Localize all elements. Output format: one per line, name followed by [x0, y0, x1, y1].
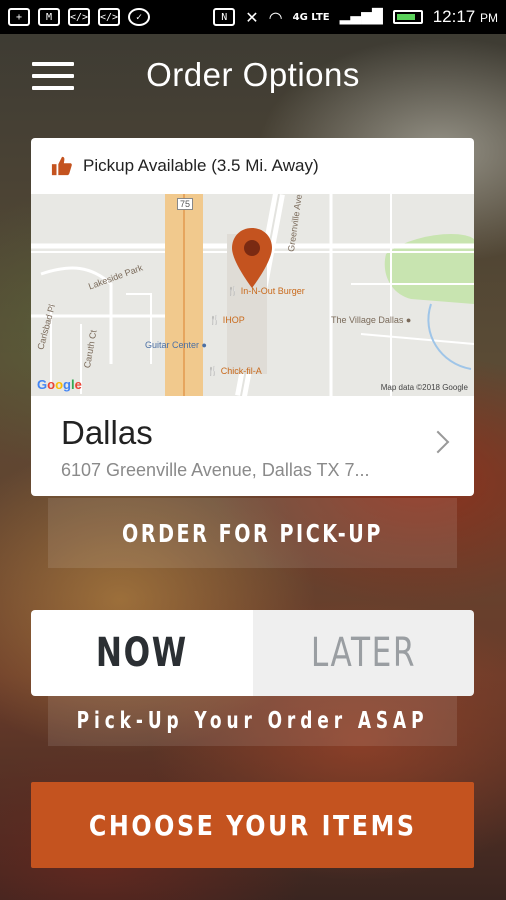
map-label-ihop: 🍴 IHOP	[209, 315, 245, 325]
toggle-later[interactable]: LATER	[252, 610, 474, 696]
store-city: Dallas	[61, 414, 153, 451]
nfc-icon: N	[213, 8, 236, 26]
order-for-pickup-button[interactable]: ORDER FOR PICK-UP	[48, 498, 457, 568]
code-icon: </>	[98, 8, 120, 26]
store-map[interactable]: Lakeside Park Carlsbad Pl Caruth Ct Gree…	[31, 194, 474, 396]
store-location-row[interactable]: Dallas 6107 Greenville Avenue, Dallas TX…	[31, 396, 474, 496]
store-address: 6107 Greenville Avenue, Dallas TX 7...	[61, 460, 370, 480]
map-label-guitar-center: Guitar Center ●	[145, 340, 207, 350]
order-for-pickup-label: ORDER FOR PICK-UP	[122, 518, 383, 548]
pickup-text: Pickup Available (3.5 Mi. Away)	[83, 156, 319, 175]
clock: 12:17 PM	[432, 7, 498, 26]
gmail-icon: M	[38, 8, 60, 26]
chevron-right-icon	[426, 430, 450, 454]
toggle-now[interactable]: NOW	[31, 610, 253, 696]
map-attribution: Map data ©2018 Google	[380, 383, 468, 392]
thumbs-up-icon	[51, 156, 72, 176]
signal-icon: ▂▄▆█	[339, 9, 383, 25]
map-label-village-dallas: The Village Dallas ●	[331, 315, 412, 325]
time-toggle: NOW LATER	[31, 610, 474, 696]
choose-your-items-label: CHOOSE YOUR ITEMS	[88, 808, 417, 842]
mute-icon: ✕	[245, 7, 259, 27]
page-title: Order Options	[146, 56, 360, 93]
messenger-icon: ✓	[128, 8, 150, 26]
wifi-icon: ◠	[268, 7, 283, 27]
asap-banner: Pick-Up Your Order ASAP	[48, 696, 457, 746]
status-bar: + M </> </> ✓ N ✕ ◠ 4G LTE ▂▄▆█ 12:17 PM	[0, 0, 506, 34]
choose-your-items-button[interactable]: CHOOSE YOUR ITEMS	[31, 782, 474, 868]
location-card: Pickup Available (3.5 Mi. Away) Lakeside…	[31, 138, 474, 496]
map-label-chick-fil-a: 🍴 Chick-fil-A	[207, 366, 262, 376]
google-logo: Google	[37, 377, 82, 392]
pickup-availability: Pickup Available (3.5 Mi. Away)	[31, 138, 474, 194]
battery-icon	[392, 10, 423, 24]
plus-icon: +	[8, 8, 30, 26]
map-pin-icon[interactable]	[229, 226, 275, 290]
asap-text: Pick-Up Your Order ASAP	[76, 708, 429, 734]
map-label-hwy75: 75	[177, 198, 194, 210]
app-header: Order Options	[0, 34, 506, 122]
network-label: 4G LTE	[292, 11, 330, 23]
code-icon: </>	[68, 8, 90, 26]
